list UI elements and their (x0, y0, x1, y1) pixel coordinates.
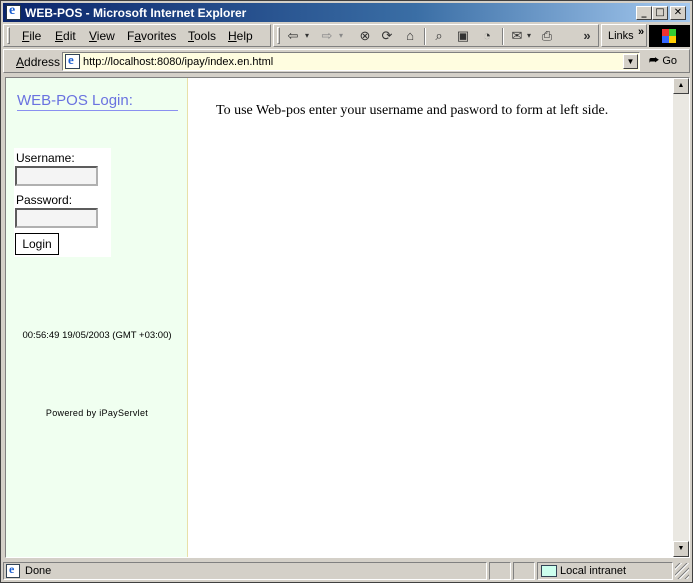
address-input[interactable]: http://localhost:8080/ipay/index.en.html… (62, 52, 640, 71)
title-bar[interactable]: WEB-POS - Microsoft Internet Explorer _ … (3, 3, 690, 22)
powered-by: Powered by iPayServlet (45, 408, 149, 418)
login-title: WEB-POS Login: (17, 92, 178, 111)
forward-arrow-icon[interactable]: ⇨ (318, 28, 336, 44)
status-main-pane: Done (3, 562, 487, 580)
stop-icon[interactable]: ⊗ (356, 28, 374, 44)
timestamp: 00:56:49 19/05/2003 (GMT +03:00) (22, 330, 172, 341)
toolbar-separator (502, 28, 504, 45)
address-label: Address (16, 55, 61, 69)
page-content: WEB-POS Login: Username: Password: Login… (5, 77, 690, 558)
password-label: Password: (16, 193, 73, 207)
back-dropdown-icon[interactable]: ▾ (302, 28, 312, 44)
menu-tools[interactable]: Tools (188, 29, 216, 43)
history-icon[interactable]: ◔ (478, 28, 496, 44)
status-pane-empty (489, 562, 511, 580)
favorites-icon[interactable]: ▣ (454, 28, 472, 44)
print-icon[interactable]: ⎙ (538, 28, 556, 44)
username-input[interactable] (15, 166, 98, 186)
address-bar: Address http://localhost:8080/ipay/index… (3, 49, 690, 73)
status-zone-pane[interactable]: Local intranet (537, 562, 673, 580)
page-icon (65, 52, 80, 69)
go-button[interactable]: ⮫ Go (649, 55, 677, 68)
windows-flag-icon (662, 29, 676, 43)
resize-grip[interactable] (675, 563, 689, 579)
status-bar: Done Local intranet (3, 561, 690, 581)
login-form: Username: Password: Login (14, 148, 111, 257)
links-chevron-icon[interactable]: » (638, 26, 644, 38)
login-button[interactable]: Login (15, 233, 59, 255)
toolbar-separator (424, 28, 426, 45)
menu-bar: File Edit View Favorites Tools Help (3, 24, 271, 47)
menu-edit[interactable]: Edit (55, 29, 76, 43)
search-icon[interactable]: ⌕ (430, 28, 448, 44)
go-label: Go (662, 55, 677, 67)
status-pane-empty (513, 562, 535, 580)
address-url[interactable]: http://localhost:8080/ipay/index.en.html (83, 56, 273, 68)
vertical-scrollbar[interactable]: ▲ ▼ (673, 78, 689, 557)
back-arrow-icon[interactable]: ⇦ (284, 28, 302, 44)
forward-dropdown-icon[interactable]: ▾ (336, 28, 346, 44)
password-input[interactable] (15, 208, 98, 228)
username-label: Username: (16, 151, 75, 165)
links-label: Links (608, 30, 634, 42)
menu-view[interactable]: View (89, 29, 115, 43)
browser-window: WEB-POS - Microsoft Internet Explorer _ … (0, 0, 693, 583)
mail-dropdown-icon[interactable]: ▾ (524, 28, 534, 44)
close-button[interactable]: ✕ (670, 6, 686, 20)
go-arrow-icon: ⮫ (649, 55, 660, 67)
toolbar-grip[interactable] (277, 27, 280, 44)
windows-logo-icon (649, 25, 690, 47)
status-text: Done (25, 565, 52, 577)
home-icon[interactable]: ⌂ (401, 28, 419, 44)
toolbar-chevron-icon[interactable]: » (578, 28, 596, 44)
page-done-icon (6, 562, 20, 578)
ie-logo-icon[interactable] (6, 3, 21, 20)
minimize-button[interactable]: _ (636, 6, 652, 20)
menu-bar-grip[interactable] (7, 27, 10, 44)
scroll-up-icon[interactable]: ▲ (673, 78, 689, 94)
address-dropdown-icon[interactable]: ▼ (623, 54, 638, 69)
standard-toolbar: ⇦ ▾ ⇨ ▾ ⊗ ⟳ ⌂ ⌕ ▣ ◔ ✉ ▾ ⎙ » (273, 24, 599, 47)
scroll-down-icon[interactable]: ▼ (673, 541, 689, 557)
instructions-message: To use Web-pos enter your username and p… (216, 103, 609, 118)
zone-text: Local intranet (560, 565, 627, 577)
refresh-icon[interactable]: ⟳ (378, 28, 396, 44)
maximize-button[interactable]: □ (652, 6, 668, 20)
menu-help[interactable]: Help (228, 29, 253, 43)
links-bar[interactable]: Links » (601, 24, 647, 47)
menu-favorites[interactable]: Favorites (127, 29, 176, 43)
intranet-zone-icon (541, 565, 557, 577)
menu-file[interactable]: File (22, 29, 41, 43)
left-frame: WEB-POS Login: Username: Password: Login… (6, 78, 188, 557)
window-title: WEB-POS - Microsoft Internet Explorer (25, 6, 247, 20)
